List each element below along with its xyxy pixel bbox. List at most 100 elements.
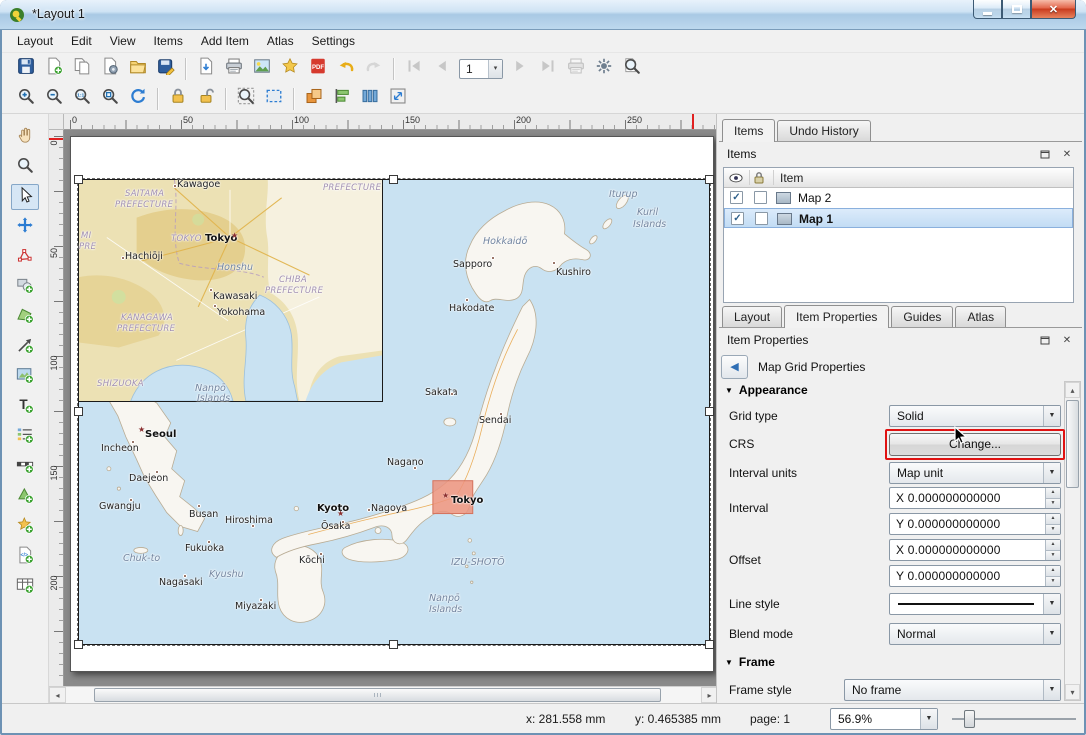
spin-up-button[interactable]: ▲ — [1046, 488, 1060, 499]
resize-items-button[interactable] — [385, 86, 411, 112]
add-scalebar-button[interactable] — [11, 454, 39, 480]
export-as-svg-button[interactable] — [277, 56, 303, 82]
add-marker-button[interactable] — [11, 514, 39, 540]
atlas-page-spinner[interactable]: 1▾ — [459, 59, 503, 79]
add-attribute-table-button[interactable] — [11, 574, 39, 600]
blend-mode-combo[interactable]: Normal ▼ — [889, 623, 1061, 645]
map-item-map2[interactable]: KawagoeSAITAMAPREFECTUREPREFECTURETOKYOT… — [78, 179, 383, 402]
select-by-rectangle-button[interactable] — [261, 86, 287, 112]
frame-section-header[interactable]: ▼Frame — [725, 655, 775, 669]
edit-nodes-item-button[interactable] — [11, 244, 39, 270]
selection-handle-mid-right[interactable] — [705, 407, 714, 416]
close-button[interactable]: ✕ — [1031, 0, 1076, 19]
save-as-template-button[interactable] — [193, 56, 219, 82]
interval-units-combo[interactable]: Map unit ▼ — [889, 462, 1061, 484]
atlas-last-feature-button[interactable] — [535, 56, 561, 82]
float-panel-button[interactable] — [1036, 332, 1054, 348]
spin-down-button[interactable]: ▼ — [1046, 577, 1060, 587]
add-node-item-button[interactable] — [11, 304, 39, 330]
pan-layout-button[interactable] — [11, 124, 39, 150]
scroll-left-button[interactable]: ◂ — [49, 687, 66, 703]
raise-items-button[interactable] — [301, 86, 327, 112]
scroll-down-button[interactable]: ▾ — [1065, 684, 1080, 700]
tab-layout[interactable]: Layout — [722, 306, 782, 327]
spin-up-button[interactable]: ▲ — [1046, 540, 1060, 551]
menu-view[interactable]: View — [101, 31, 145, 51]
print-layout-button[interactable] — [221, 56, 247, 82]
add-picture-button[interactable] — [11, 484, 39, 510]
selection-handle-bottom-right[interactable] — [705, 640, 714, 649]
zoom-full-button[interactable] — [97, 86, 123, 112]
zoom-level-combo[interactable]: 56.9% ▼ — [830, 708, 938, 730]
zoom-to-selection-button[interactable] — [233, 86, 259, 112]
lock-selected-items-button[interactable] — [165, 86, 191, 112]
appearance-section-header[interactable]: ▼Appearance — [725, 383, 808, 397]
title-bar[interactable]: *Layout 1 ✕ — [0, 0, 1086, 30]
interval-y-spinbox[interactable]: Y 0.000000000000 ▲▼ — [889, 513, 1061, 535]
refresh-view-button[interactable] — [125, 86, 151, 112]
zoom-out-button[interactable] — [41, 86, 67, 112]
scroll-up-button[interactable]: ▴ — [1065, 382, 1080, 398]
offset-y-spinbox[interactable]: Y 0.000000000000 ▲▼ — [889, 565, 1061, 587]
zoom-slider[interactable] — [950, 707, 1078, 731]
close-panel-button[interactable]: ✕ — [1058, 332, 1076, 348]
minimize-button[interactable] — [973, 0, 1002, 19]
float-panel-button[interactable] — [1036, 146, 1054, 162]
selection-handle-bottom-left[interactable] — [74, 640, 83, 649]
spin-down-button[interactable]: ▼ — [1046, 499, 1060, 509]
tab-item-properties[interactable]: Item Properties — [784, 305, 889, 328]
back-button[interactable]: ◀ — [721, 355, 748, 379]
layout-manager-button[interactable] — [97, 56, 123, 82]
undo-button[interactable] — [333, 56, 359, 82]
offset-x-spinbox[interactable]: X 0.000000000000 ▲▼ — [889, 539, 1061, 561]
line-style-button[interactable]: ▼ — [889, 593, 1061, 615]
scrollbar-thumb[interactable] — [94, 688, 661, 702]
atlas-next-feature-button[interactable] — [507, 56, 533, 82]
zoom-in-button[interactable] — [13, 86, 39, 112]
export-as-image-button[interactable] — [249, 56, 275, 82]
props-scrollbar-thumb[interactable] — [1066, 400, 1079, 488]
tab-atlas[interactable]: Atlas — [955, 306, 1006, 327]
add-map-button[interactable] — [11, 364, 39, 390]
item-row-map-1[interactable]: ✓Map 1 — [724, 208, 1073, 228]
align-items-button[interactable] — [329, 86, 355, 112]
visibility-checkbox[interactable]: ✓ — [731, 212, 744, 225]
add-arrow-button[interactable] — [11, 334, 39, 360]
selection-handle-top-left[interactable] — [74, 175, 83, 184]
spin-up-button[interactable]: ▲ — [1046, 566, 1060, 577]
lock-checkbox[interactable] — [755, 212, 768, 225]
duplicate-layout-button[interactable] — [69, 56, 95, 82]
selection-handle-bottom-mid[interactable] — [389, 640, 398, 649]
zoom-actual-button[interactable]: 1:1 — [69, 86, 95, 112]
menu-edit[interactable]: Edit — [62, 31, 101, 51]
add-label-button[interactable]: T — [11, 394, 39, 420]
menu-items[interactable]: Items — [145, 31, 192, 51]
lock-checkbox[interactable] — [754, 191, 767, 204]
open-layout-button[interactable] — [125, 56, 151, 82]
scrollbar-track[interactable] — [66, 687, 701, 703]
menu-settings[interactable]: Settings — [303, 31, 364, 51]
preview-atlas-button[interactable] — [619, 56, 645, 82]
redo-button[interactable] — [361, 56, 387, 82]
move-item-content-button[interactable] — [11, 214, 39, 240]
spin-up-button[interactable]: ▲ — [1046, 514, 1060, 525]
select-move-item-button[interactable] — [11, 184, 39, 210]
tab-guides[interactable]: Guides — [891, 306, 953, 327]
export-as-pdf-button[interactable]: PDF — [305, 56, 331, 82]
maximize-button[interactable] — [1002, 0, 1031, 19]
zoom-layout-button[interactable] — [11, 154, 39, 180]
menu-add-item[interactable]: Add Item — [192, 31, 258, 51]
close-panel-button[interactable]: ✕ — [1058, 146, 1076, 162]
print-atlas-button[interactable] — [563, 56, 589, 82]
frame-style-combo[interactable]: No frame ▼ — [844, 679, 1061, 701]
tab-undo-history[interactable]: Undo History — [777, 120, 870, 141]
atlas-settings-button[interactable] — [591, 56, 617, 82]
visibility-checkbox[interactable]: ✓ — [730, 191, 743, 204]
save-layout-button[interactable] — [13, 56, 39, 82]
add-html-button[interactable]: </> — [11, 544, 39, 570]
new-layout-button[interactable] — [41, 56, 67, 82]
tab-items[interactable]: Items — [722, 119, 775, 142]
selection-handle-top-mid[interactable] — [389, 175, 398, 184]
save-as-layout-button[interactable] — [153, 56, 179, 82]
map-item-map1[interactable]: IturupKurilIslandsHokkaidōSapporoKushiro… — [78, 179, 710, 645]
